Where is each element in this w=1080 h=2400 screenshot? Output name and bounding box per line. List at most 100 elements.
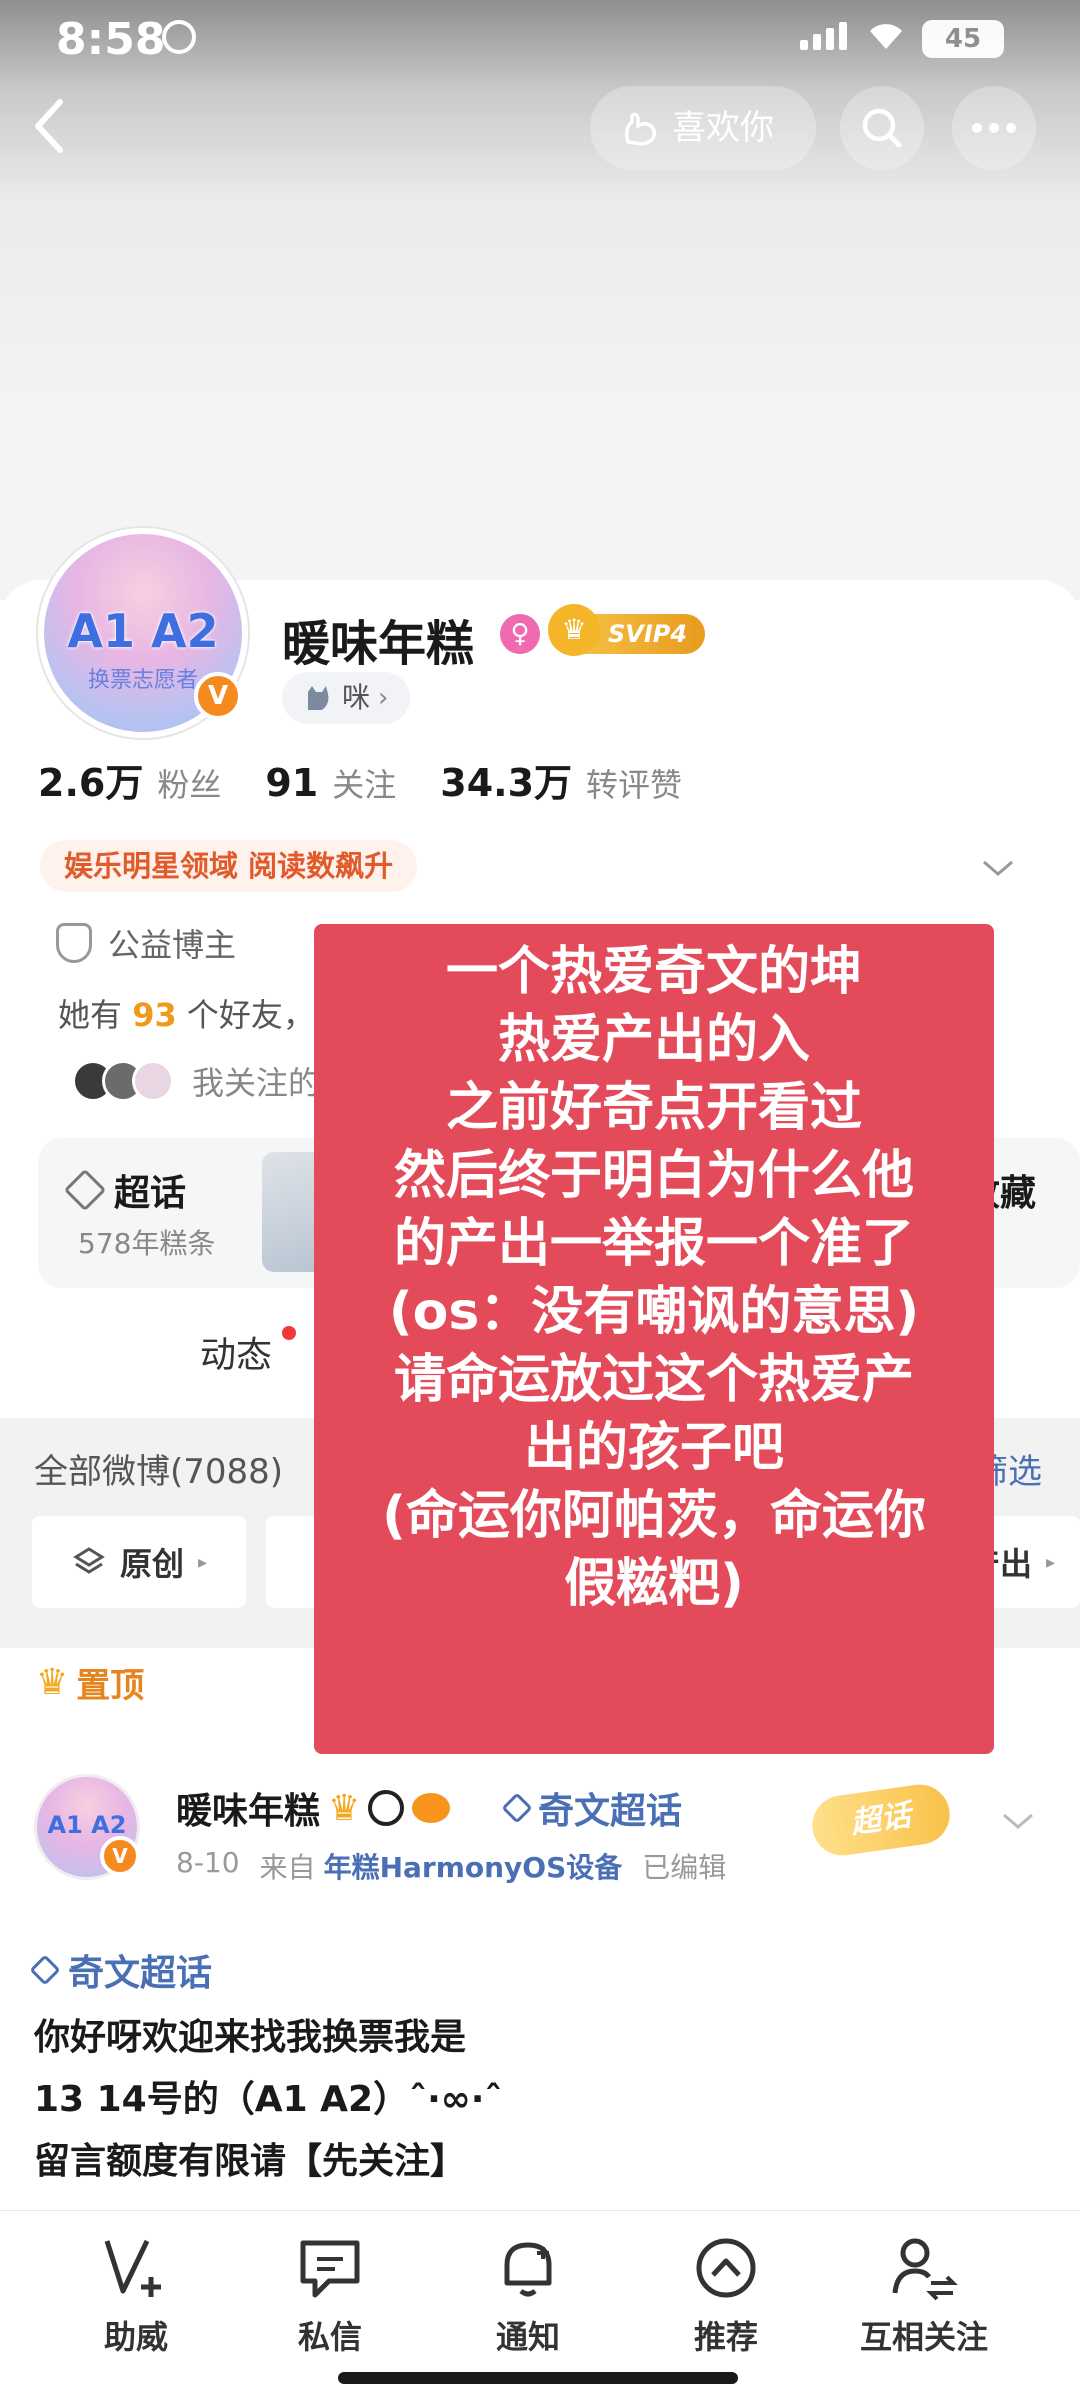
chaohua-title: 超话: [63, 1164, 187, 1216]
post-topic-label: 奇文超话: [538, 1791, 683, 1832]
friends-count: 93: [132, 996, 177, 1034]
following-you-label: 我关注的: [192, 1064, 321, 1102]
mini-avatars: [72, 1060, 174, 1102]
mutual-following-row[interactable]: 我关注的: [72, 1058, 320, 1104]
chip-arrow-icon: ▸: [198, 1551, 208, 1573]
overlay-caption: 一个热爱奇文的坤 热爱产出的入 之前好奇点开看过 然后终于明白为什么他 的产出一…: [314, 924, 994, 1754]
overlay-line: (命运你阿帕茨，命运你: [382, 1486, 926, 1546]
mimi-label: 咪: [342, 681, 371, 714]
post-author-row[interactable]: 暖味年糕 ♛: [176, 1782, 451, 1834]
nav-recommend-label: 推荐: [693, 2318, 758, 2356]
nav-mutual-follow[interactable]: 互相关注: [824, 2228, 1024, 2358]
post-from: 来自: [259, 1851, 316, 1884]
hand-heart-icon: [624, 112, 656, 146]
nav-cheer-label: 助威: [103, 2318, 168, 2356]
post-date: 8-10: [176, 1846, 240, 1879]
expand-chevron-icon[interactable]: [980, 846, 1016, 887]
trending-tag[interactable]: 娱乐明星领域 阅读数飙升: [40, 840, 418, 892]
post-topic-hashtag-label: 奇文超话: [68, 1953, 213, 1994]
diamond-icon: [29, 1954, 61, 1986]
following-label[interactable]: 关注: [332, 760, 396, 806]
crown-badge-icon: ♛: [328, 1787, 361, 1829]
chevron-right-icon: ›: [378, 683, 389, 713]
message-icon: [230, 2228, 430, 2308]
post-edited[interactable]: 已编辑: [642, 1846, 726, 1886]
overlay-line: (os：没有嘲讽的意思): [388, 1282, 920, 1342]
chaohua-subtitle: 578年糕条: [78, 1227, 216, 1260]
overlay-line: 请命运放过这个热爱产: [393, 1350, 914, 1410]
nav-message-label: 私信: [297, 2318, 362, 2356]
back-arrow-icon: [35, 99, 63, 153]
layers-icon: [73, 1547, 105, 1574]
more-button[interactable]: [952, 86, 1036, 170]
fish-icon: [412, 1793, 451, 1823]
verified-badge-icon: V: [194, 672, 242, 720]
public-welfare-label: 公益博主: [108, 926, 237, 964]
post-topic-link[interactable]: 奇文超话: [501, 1782, 683, 1834]
female-gender-icon: ♀: [500, 614, 540, 654]
status-time: 8:58: [56, 14, 166, 65]
avatar-text: A1 A2: [67, 604, 219, 658]
profile-stats: 2.6万 粉丝 91 关注 34.3万 转评赞: [38, 752, 712, 807]
post-avatar-text: A1 A2: [47, 1811, 127, 1839]
panda-icon: [368, 1790, 405, 1826]
friends-row[interactable]: 她有 93 个好友，: [58, 990, 315, 1036]
cheer-icon: [36, 2228, 236, 2308]
svip-crown-icon: ♛: [548, 604, 600, 656]
overlay-line: 然后终于明白为什么他: [393, 1146, 914, 1206]
mutual-follow-icon: [824, 2228, 1024, 2308]
like-you-button[interactable]: 喜欢你: [590, 86, 816, 170]
all-weibo-label[interactable]: 全部微博(7088): [34, 1444, 283, 1493]
nav-recommend[interactable]: 推荐: [626, 2228, 826, 2358]
overlay-line: 热爱产出的入: [497, 1010, 810, 1070]
overlay-line: 假糍粑): [564, 1554, 744, 1614]
mimi-tag[interactable]: 咪 ›: [282, 672, 411, 724]
home-indicator[interactable]: [338, 2372, 738, 2384]
like-you-label: 喜欢你: [672, 108, 774, 148]
crown-icon: ♛: [36, 1662, 69, 1703]
post-body-line: 留言额度有限请【先关注】: [34, 2141, 467, 2182]
overlay-line: 出的孩子吧: [523, 1418, 784, 1478]
post-meta: 8-10 来自 年糕HarmonyOS设备 已编辑: [176, 1846, 726, 1886]
nav-notification[interactable]: 通知: [428, 2228, 628, 2358]
back-button[interactable]: [30, 92, 90, 172]
shield-icon: [56, 923, 92, 963]
alarm-icon: [162, 20, 196, 54]
battery-indicator: 45: [922, 20, 1004, 58]
overlay-line: 的产出一举报一个准了: [393, 1214, 914, 1274]
signal-icon: [800, 22, 847, 50]
friends-suffix: 个好友，: [186, 996, 315, 1034]
chip-original-label: 原创: [120, 1545, 185, 1583]
profile-cover: [0, 0, 1080, 600]
friends-prefix: 她有: [58, 996, 123, 1034]
chip-arrow-icon: ▸: [1046, 1551, 1056, 1573]
nav-mutual-follow-label: 互相关注: [859, 2318, 988, 2356]
post-source[interactable]: 年糕HarmonyOS设备: [324, 1846, 623, 1886]
nav-notification-label: 通知: [495, 2318, 560, 2356]
post-menu-chevron-icon[interactable]: [1000, 1800, 1036, 1840]
following-count[interactable]: 91: [265, 761, 318, 805]
pinned-label: ♛ 置顶: [36, 1658, 144, 1707]
post-body-line: 13 14号的（A1 A2）ˆ·∞·ˆ: [34, 2079, 503, 2120]
nav-message[interactable]: 私信: [230, 2228, 430, 2358]
search-button[interactable]: [840, 86, 924, 170]
post-topic-hashtag[interactable]: 奇文超话: [29, 1944, 213, 1996]
fans-label[interactable]: 粉丝: [157, 760, 221, 806]
fans-count[interactable]: 2.6万: [38, 752, 143, 807]
diamond-icon: [501, 1792, 533, 1824]
overlay-line: 之前好奇点开看过: [445, 1078, 862, 1138]
nav-cheer[interactable]: 助威: [36, 2228, 236, 2358]
wifi-icon: [866, 16, 906, 60]
diamond-icon: [63, 1168, 107, 1212]
tab-dynamic[interactable]: 动态: [200, 1326, 272, 1378]
more-dots-icon: [972, 123, 1016, 133]
public-welfare-row[interactable]: 公益博主: [56, 920, 236, 966]
cat-icon: [308, 686, 329, 710]
overlay-line: 一个热爱奇文的坤: [445, 942, 862, 1002]
interactions-label: 转评赞: [586, 766, 683, 804]
chaohua-title-label: 超话: [114, 1173, 187, 1214]
post-body-line: 你好呀欢迎来找我换票我是: [34, 2017, 467, 2058]
search-icon: [862, 108, 902, 148]
chip-original[interactable]: 原创 ▸: [32, 1516, 246, 1608]
verified-badge-icon: V: [100, 1836, 140, 1876]
